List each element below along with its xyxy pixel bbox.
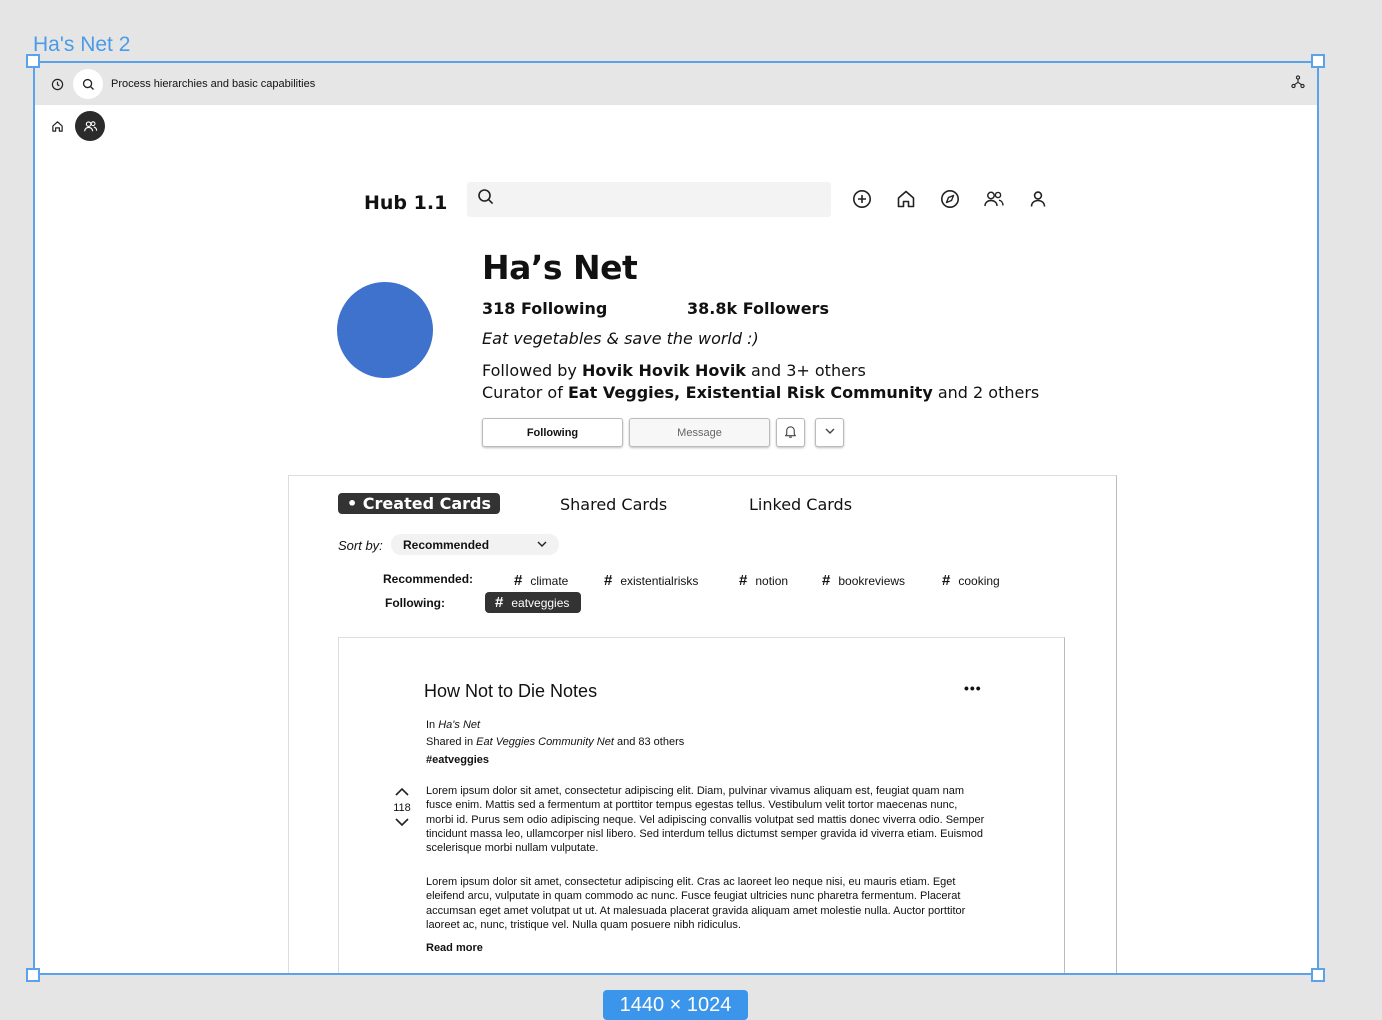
- card-in-net-link[interactable]: Ha's Net: [438, 719, 480, 731]
- tab-linked-cards[interactable]: Linked Cards: [749, 495, 852, 514]
- hashtag-icon: #: [739, 572, 748, 589]
- vote-count: 118: [393, 802, 411, 814]
- tag-existentialrisks[interactable]: # existentialrisks: [604, 572, 698, 589]
- vote-control: 118: [391, 786, 413, 831]
- message-button[interactable]: Message: [629, 418, 770, 447]
- community-nav-icon[interactable]: [982, 187, 1006, 211]
- hashtag-icon: #: [514, 572, 523, 589]
- main-nav-icons: [850, 187, 1050, 211]
- resize-handle[interactable]: [1311, 54, 1325, 68]
- card-title[interactable]: How Not to Die Notes: [424, 681, 597, 702]
- hub-search-input[interactable]: [467, 182, 831, 217]
- add-circle-icon[interactable]: [850, 187, 874, 211]
- tag-bookreviews[interactable]: # bookreviews: [822, 572, 905, 589]
- curator-line: Curator of Eat Veggies, Existential Risk…: [482, 383, 1040, 402]
- following-count[interactable]: 318 Following: [482, 299, 607, 318]
- following-label: Following:: [385, 596, 445, 610]
- resize-handle[interactable]: [26, 54, 40, 68]
- tag-notion[interactable]: # notion: [739, 572, 788, 589]
- resize-handle[interactable]: [1311, 968, 1325, 982]
- top-bar: Process hierarchies and basic capabiliti…: [35, 63, 1317, 105]
- card-in-net: In Ha's Net: [426, 719, 481, 731]
- tag-climate[interactable]: # climate: [514, 572, 568, 589]
- card-paragraph: Lorem ipsum dolor sit amet, consectetur …: [426, 876, 966, 931]
- sort-value: Recommended: [403, 537, 490, 552]
- sub-nav: [45, 111, 105, 141]
- hashtag-icon: #: [495, 594, 504, 611]
- more-actions-dropdown[interactable]: [815, 418, 844, 447]
- chevron-down-icon: [824, 425, 836, 440]
- hashtag-icon: #: [942, 572, 951, 589]
- tag-cooking[interactable]: # cooking: [942, 572, 1000, 589]
- profile-bio: Eat vegetables & save the world :): [482, 329, 759, 348]
- profile-name: Ha’s Net: [482, 248, 638, 287]
- profile-avatar: [337, 282, 433, 378]
- frame-label: Ha's Net 2: [33, 33, 131, 56]
- card-more-menu[interactable]: •••: [964, 680, 982, 696]
- top-bar-title: Process hierarchies and basic capabiliti…: [111, 78, 316, 90]
- frame-size-badge: 1440 × 1024: [603, 990, 748, 1020]
- card-shared-in: Shared in Eat Veggies Community Net and …: [426, 736, 685, 748]
- hashtag-icon: #: [822, 572, 831, 589]
- tab-shared-cards[interactable]: Shared Cards: [560, 495, 667, 514]
- bell-icon: [783, 424, 798, 442]
- sort-label: Sort by:: [338, 538, 383, 553]
- history-clock-icon[interactable]: [43, 70, 71, 98]
- search-icon: [477, 188, 495, 211]
- explore-compass-icon[interactable]: [938, 187, 962, 211]
- card-hashtag[interactable]: #eatveggies: [426, 754, 489, 766]
- community-icon[interactable]: [75, 111, 105, 141]
- resize-handle[interactable]: [26, 968, 40, 982]
- top-search-icon[interactable]: [73, 69, 103, 99]
- chevron-down-icon: [535, 537, 549, 554]
- curator-names[interactable]: Eat Veggies, Existential Risk Community: [568, 383, 933, 402]
- card-paragraph: Lorem ipsum dolor sit amet, consectetur …: [426, 785, 985, 855]
- followers-count[interactable]: 38.8k Followers: [687, 299, 829, 318]
- recommended-label: Recommended:: [383, 572, 474, 586]
- hashtag-icon: #: [604, 572, 613, 589]
- upvote-chevron-up-icon[interactable]: [391, 786, 413, 801]
- followed-by-names[interactable]: Hovik Hovik Hovik: [582, 361, 746, 380]
- profile-user-icon[interactable]: [1026, 187, 1050, 211]
- read-more-link[interactable]: Read more: [426, 942, 483, 954]
- artboard-frame: Process hierarchies and basic capabiliti…: [33, 61, 1319, 975]
- followed-by-line: Followed by Hovik Hovik Hovik and 3+ oth…: [482, 361, 866, 380]
- following-button[interactable]: Following: [482, 418, 623, 447]
- home-icon[interactable]: [45, 114, 69, 138]
- notification-bell-button[interactable]: [776, 418, 805, 447]
- sort-select[interactable]: Recommended: [391, 534, 559, 555]
- hub-title: Hub 1.1: [364, 192, 448, 214]
- hierarchy-icon[interactable]: [1291, 75, 1305, 94]
- home-nav-icon[interactable]: [894, 187, 918, 211]
- downvote-chevron-down-icon[interactable]: [391, 816, 413, 831]
- tag-eatveggies[interactable]: # eatveggies: [485, 592, 582, 613]
- profile-actions: Following Message: [482, 418, 844, 447]
- tab-created-cards[interactable]: • Created Cards: [338, 493, 501, 514]
- card-shared-net-link[interactable]: Eat Veggies Community Net: [476, 736, 614, 748]
